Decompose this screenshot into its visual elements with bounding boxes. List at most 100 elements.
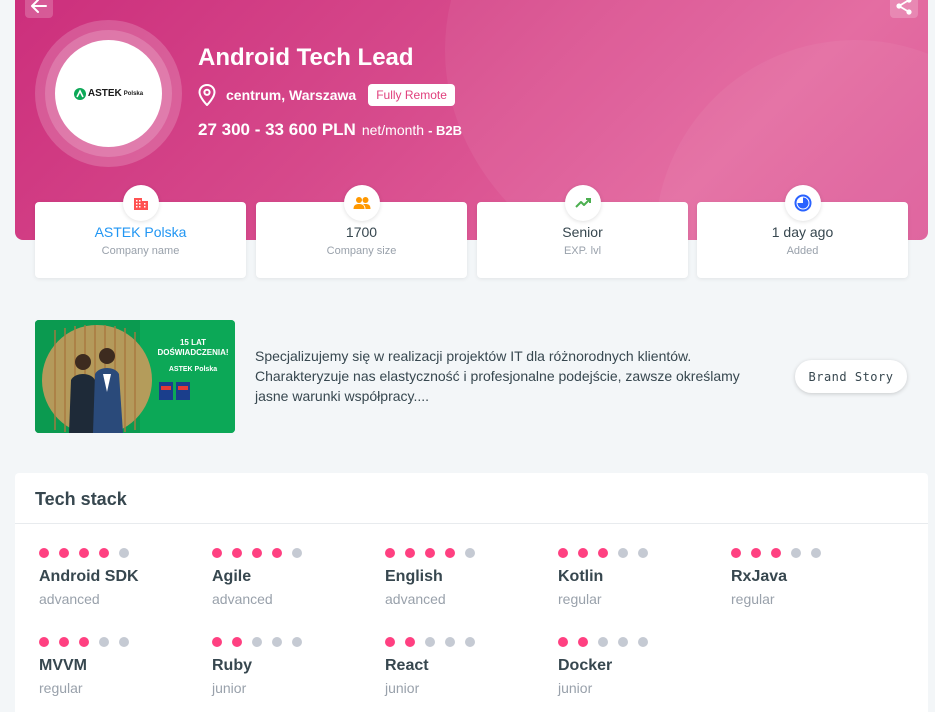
divider xyxy=(15,523,928,524)
skill-dot xyxy=(731,548,741,558)
skill-dot xyxy=(791,548,801,558)
clock-icon xyxy=(784,185,821,221)
brand-description: Specjalizujemy się w realizacji projektó… xyxy=(255,348,740,404)
skill-name: Agile xyxy=(212,568,252,585)
skill-name: Docker xyxy=(558,657,613,674)
skill-level-dots xyxy=(385,548,545,558)
skill-dot xyxy=(465,548,475,558)
arrow-left-icon xyxy=(31,0,47,13)
skill-dot xyxy=(385,637,395,647)
logo-subtext: Polska xyxy=(123,90,144,97)
skill-level: advanced xyxy=(39,591,100,607)
skill-dot xyxy=(618,637,628,647)
skill-level: advanced xyxy=(212,591,273,607)
skill-dot xyxy=(811,548,821,558)
skill-name: Android SDK xyxy=(39,568,139,585)
added-value: 1 day ago xyxy=(771,224,834,240)
skill-level-dots xyxy=(558,637,718,647)
astek-mark-icon xyxy=(73,87,86,100)
skill-dot xyxy=(405,637,415,647)
skill-name: Kotlin xyxy=(558,568,604,585)
skill-dot xyxy=(425,637,435,647)
skill-dot xyxy=(578,548,588,558)
skill-item: MVVM regular xyxy=(39,637,199,696)
skill-dot xyxy=(558,548,568,558)
skill-dot xyxy=(272,548,282,558)
company-logo[interactable]: ASTEK Polska xyxy=(55,40,162,147)
skill-dot xyxy=(445,548,455,558)
skill-item: RxJava regular xyxy=(731,548,891,607)
share-icon xyxy=(896,0,912,15)
skill-dot xyxy=(39,548,49,558)
skill-dot xyxy=(99,637,109,647)
skill-dot xyxy=(39,637,49,647)
skill-level: regular xyxy=(39,680,83,696)
experience-level-value: Senior xyxy=(562,224,603,240)
skill-item: Docker junior xyxy=(558,637,718,696)
card-label: Added xyxy=(786,245,819,257)
skill-dot xyxy=(558,637,568,647)
skill-dot xyxy=(425,548,435,558)
brand-image-headline: 15 LAT DOŚWIADCZENIA! xyxy=(157,338,229,357)
skill-dot xyxy=(252,548,262,558)
skill-item: React junior xyxy=(385,637,545,696)
trend-up-icon xyxy=(564,185,601,221)
skill-item: Kotlin regular xyxy=(558,548,718,607)
skill-dot xyxy=(252,637,262,647)
skill-level: junior xyxy=(212,680,247,696)
salary-row: 27 300 - 33 600 PLN net/month - B2B xyxy=(198,120,462,140)
skill-level-dots xyxy=(385,637,545,647)
skill-item: Agile advanced xyxy=(212,548,372,607)
building-icon xyxy=(122,185,159,221)
salary-contract-type: - B2B xyxy=(428,123,463,138)
skill-dot xyxy=(751,548,761,558)
company-size-value: 1700 xyxy=(345,224,378,240)
skill-dot xyxy=(79,637,89,647)
skill-level-dots xyxy=(212,548,372,558)
skill-dot xyxy=(212,548,222,558)
skill-level: advanced xyxy=(385,591,446,607)
skill-name: RxJava xyxy=(731,568,788,585)
back-button[interactable] xyxy=(25,0,53,18)
skill-dot xyxy=(99,548,109,558)
tech-stack-section: Tech stack Android SDK advanced Agile advan… xyxy=(15,473,928,712)
skill-dot xyxy=(59,548,69,558)
skill-level: junior xyxy=(558,680,593,696)
card-label: Company size xyxy=(326,245,397,257)
skill-level-dots xyxy=(39,637,199,647)
skill-level-dots xyxy=(212,637,372,647)
remote-badge: Fully Remote xyxy=(368,84,455,106)
location-row: centrum, Warszawa Fully Remote xyxy=(198,82,455,108)
skill-dot xyxy=(618,548,628,558)
skill-dot xyxy=(445,637,455,647)
share-button[interactable] xyxy=(890,0,918,18)
card-label: EXP. lvl xyxy=(563,245,602,257)
skill-dot xyxy=(598,548,608,558)
skill-dot xyxy=(598,637,608,647)
skill-dot xyxy=(232,637,242,647)
company-name-link[interactable]: ASTEK Polska xyxy=(35,224,246,240)
salary-range: 27 300 - 33 600 PLN xyxy=(198,120,356,139)
card-experience-level: Senior EXP. lvl xyxy=(477,185,688,278)
skill-dot xyxy=(232,548,242,558)
card-label: Company name xyxy=(101,245,180,257)
location-text: centrum, Warszawa xyxy=(226,87,357,103)
skill-dot xyxy=(212,637,222,647)
skill-dot xyxy=(638,637,648,647)
skill-name: MVVM xyxy=(39,657,87,674)
skill-dot xyxy=(638,548,648,558)
skill-dot xyxy=(771,548,781,558)
skill-dot xyxy=(59,637,69,647)
skill-name: English xyxy=(385,568,443,585)
people-icon xyxy=(343,185,380,221)
brand-image[interactable]: 15 LAT DOŚWIADCZENIA! ASTEK Polska xyxy=(35,320,235,433)
skill-name: Ruby xyxy=(212,657,252,674)
brand-story-button[interactable]: Brand Story xyxy=(795,360,907,393)
skill-level: regular xyxy=(558,591,602,607)
job-title: Android Tech Lead xyxy=(198,44,414,71)
card-company-size: 1700 Company size xyxy=(256,185,467,278)
skill-dot xyxy=(292,548,302,558)
skill-level-dots xyxy=(39,548,199,558)
skill-dot xyxy=(385,548,395,558)
skill-dot xyxy=(405,548,415,558)
